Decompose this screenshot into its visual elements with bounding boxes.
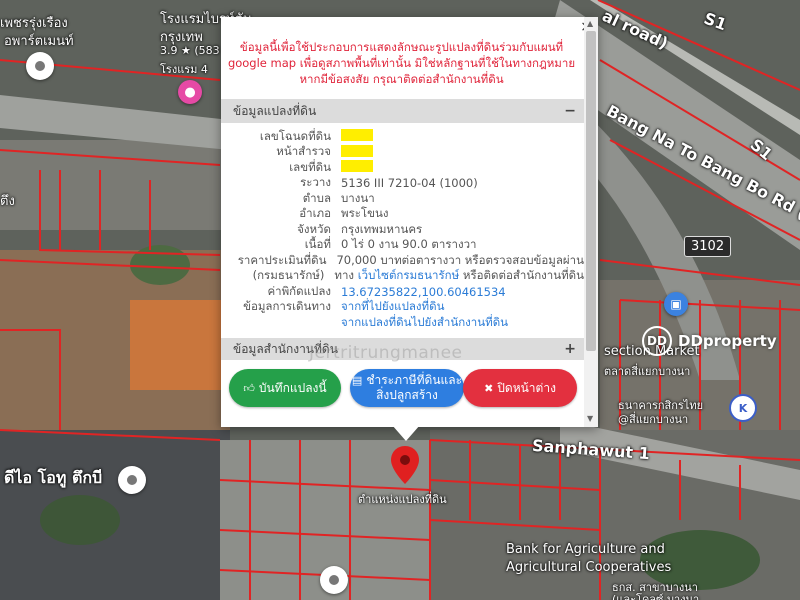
hotel-type-label: โรงแรม 4	[160, 63, 208, 76]
field-survey-page: หน้าสำรวจ	[221, 144, 584, 161]
close-window-button[interactable]: ✖ ปิดหน้าต่าง	[463, 369, 577, 407]
disclaimer-notice: ข้อมูลนี้เพื่อใช้ประกอบการแสดงลักษณะรูปแ…	[227, 40, 576, 86]
field-map-sheet: ระวาง 5136 III 7210-04 (1000)	[300, 175, 478, 191]
field-province: จังหวัด กรุงเทพมหานคร	[297, 221, 423, 236]
close-icon: ✖	[484, 381, 494, 395]
ddproperty-watermark: DD DDproperty	[642, 326, 777, 356]
thumbs-up-icon: 👍︎	[243, 381, 255, 395]
redacted-value	[341, 129, 373, 142]
card-icon: ▤	[351, 374, 363, 387]
field-area: เนื้อที่ 0 ไร่ 0 งาน 90.0 ตารางวา	[304, 237, 477, 252]
scroll-up-icon[interactable]: ▲	[587, 19, 593, 28]
field-deed-number: เลขโฉนดที่ดิน	[221, 129, 584, 145]
ddproperty-logo-icon: DD	[642, 326, 672, 356]
popup-scroll-area[interactable]: ข้อมูลนี้เพื่อใช้ประกอบการแสดงลักษณะรูปแ…	[221, 17, 584, 427]
section-title: ข้อมูลแปลงที่ดิน	[233, 103, 317, 118]
side-left-label: ตึง	[0, 194, 15, 209]
redacted-value	[341, 160, 373, 173]
idea-o2-label: ดีไอ โอทู ตึกบี	[4, 468, 103, 487]
field-treasury-dept: (กรมธนารักษ์) ทาง เว็บไซต์กรมธนารักษ์ หร…	[252, 268, 584, 283]
parcel-location-label: ตำแหน่งแปลงที่ดิน	[358, 493, 447, 506]
field-directions: ข้อมูลการเดินทาง จากที่ไปยังแปลงที่ดิน	[221, 299, 584, 316]
place-marker-apartment[interactable]	[26, 52, 54, 80]
save-parcel-button[interactable]: 👍︎ บันทึกแปลงนี้	[229, 369, 341, 407]
field-directions-office: จากแปลงที่ดินไปยังสำนักงานที่ดิน	[221, 315, 584, 331]
directions-to-office-link[interactable]: จากแปลงที่ดินไปยังสำนักงานที่ดิน	[341, 314, 584, 332]
pay-land-tax-button[interactable]: ▤ ชำระภาษีที่ดินและ สิ่งปลูกสร้าง	[350, 369, 464, 407]
baac-label-2: Agricultural Cooperatives	[506, 560, 672, 575]
cart-icon[interactable]: ▣	[664, 292, 688, 316]
apartment-label-2: อพาร์ตเมนท์	[4, 34, 74, 49]
ddproperty-brand-name: DDproperty	[678, 332, 777, 350]
parcel-pin-icon[interactable]	[391, 446, 419, 484]
field-appraisal-price: ราคาประเมินที่ดิน 70,000 บาทต่อตารางวา ห…	[237, 252, 584, 267]
bed-icon[interactable]: ●	[178, 80, 202, 104]
scroll-down-icon[interactable]: ▼	[587, 414, 593, 423]
redacted-value	[341, 144, 373, 157]
market-th-label: ตลาดสี่แยกบางนา	[604, 365, 691, 378]
bank-th-label-2: @สี่แยกบางนา	[618, 413, 689, 426]
field-district: อำเภอ พระโขนง	[299, 206, 389, 221]
route-shield: 3102	[684, 236, 732, 257]
bank-icon[interactable]: K	[729, 394, 757, 422]
baac-label-1: Bank for Agriculture and	[506, 542, 665, 557]
watermark-text: Jertritrungmanee	[309, 343, 463, 363]
land-info-popup: × ข้อมูลนี้เพื่อใช้ประกอบการแสดงลักษณะรู…	[221, 17, 598, 427]
hotel-rating-label: 3.9 ★ (583	[160, 44, 220, 57]
land-parcel-section-header[interactable]: ข้อมูลแปลงที่ดิน −	[221, 99, 584, 123]
parcel-info-table: เลขโฉนดที่ดิน หน้าสำรวจ เลขที่ดิน ระวาง …	[221, 129, 584, 331]
expand-icon[interactable]: +	[564, 341, 576, 357]
place-marker-bottom[interactable]	[320, 566, 348, 594]
baac-th-label-2: (และโคลซ์ บางนา	[612, 593, 700, 600]
place-marker-idea-o2[interactable]	[118, 466, 146, 494]
collapse-icon[interactable]: −	[564, 103, 576, 119]
scrollbar-thumb[interactable]	[586, 31, 596, 351]
coordinates-link[interactable]: 13.67235822,100.60461534	[341, 285, 584, 299]
field-subdistrict: ตำบล บางนา	[302, 190, 375, 205]
field-coordinates: ค่าพิกัดแปลง 13.67235822,100.60461534	[221, 284, 584, 300]
treasury-website-link[interactable]: เว็บไซต์กรมธนารักษ์	[358, 268, 460, 282]
popup-pointer	[392, 425, 420, 441]
popup-scrollbar[interactable]: ▲ ▼	[584, 17, 598, 427]
field-land-number: เลขที่ดิน	[221, 160, 584, 176]
